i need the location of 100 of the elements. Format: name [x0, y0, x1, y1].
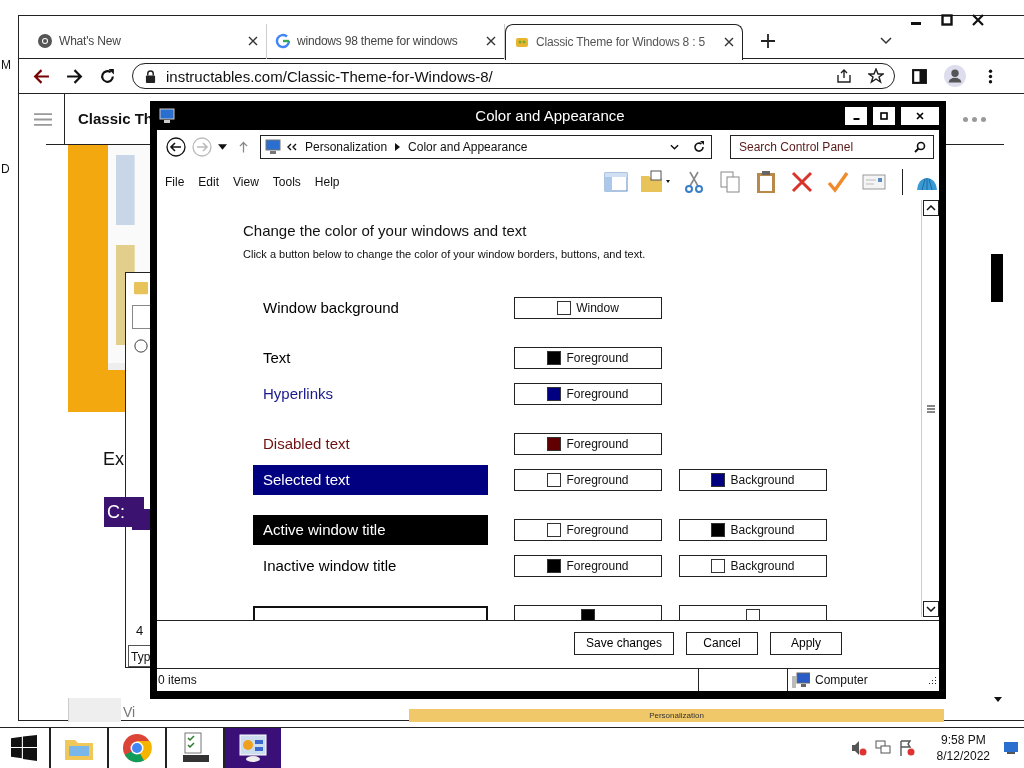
instructions-text: Click a button below to change the color of your window borders, buttons, and text. — [243, 248, 647, 260]
double-chevron-icon — [287, 143, 297, 151]
search-icon — [914, 141, 926, 153]
close-button[interactable] — [901, 106, 939, 125]
menu-item[interactable]: Help — [314, 175, 340, 189]
menu-item[interactable]: File — [165, 175, 185, 189]
strip-panel — [68, 698, 121, 722]
setting-label: Disabled text — [262, 434, 351, 454]
section-heading: Ex — [103, 449, 124, 470]
chevron-down-icon[interactable] — [670, 144, 679, 150]
menu-item[interactable]: Tools — [272, 175, 301, 189]
network-icon[interactable] — [874, 740, 891, 756]
desktop-icon[interactable] — [1004, 742, 1018, 754]
chevron-down-icon[interactable] — [880, 37, 892, 45]
monitor-icon — [159, 107, 175, 124]
clipboard-icon[interactable] — [754, 170, 778, 194]
color-button[interactable]: Foreground — [514, 383, 662, 405]
resize-grip-icon[interactable] — [929, 676, 937, 684]
close-icon[interactable] — [724, 37, 734, 47]
color-button[interactable]: Foreground — [514, 433, 662, 455]
folder-icon[interactable] — [640, 170, 670, 194]
scissors-icon[interactable] — [682, 170, 706, 194]
minimize-button[interactable] — [845, 106, 867, 125]
more-icon[interactable] — [963, 116, 986, 122]
start-icon[interactable] — [11, 735, 37, 761]
breadcrumb[interactable]: Color and Appearance — [408, 140, 528, 154]
close-icon[interactable] — [486, 36, 496, 46]
edge-text: D — [1, 162, 10, 176]
minimize-icon — [852, 117, 860, 120]
address-bar[interactable]: Personalization Color and Appearance — [260, 135, 712, 159]
back-icon — [134, 339, 148, 353]
clock-time[interactable]: 9:58 PM — [940, 733, 986, 747]
back-icon[interactable] — [166, 137, 186, 157]
back-icon[interactable] — [33, 67, 50, 85]
side-panel-icon[interactable] — [911, 67, 928, 85]
dialog-button[interactable]: Cancel — [686, 631, 758, 655]
menu-item[interactable]: Edit — [198, 175, 220, 189]
clock-date[interactable]: 8/12/2022 — [936, 749, 990, 763]
color-button[interactable]: Foreground — [514, 555, 662, 577]
chrome-icon — [121, 732, 153, 764]
edge-text: M — [1, 58, 11, 72]
setting-label: Hyperlinks — [262, 384, 335, 404]
scroll-down-icon[interactable] — [994, 697, 1002, 702]
setting-label: Window background — [262, 298, 400, 318]
new-tab-icon[interactable] — [761, 34, 775, 48]
monitor-icon — [265, 139, 281, 155]
forward-icon[interactable] — [66, 67, 83, 85]
scroll-down-icon[interactable] — [922, 601, 939, 617]
window-text: 4 — [136, 623, 144, 638]
star-icon[interactable] — [868, 68, 884, 84]
close-icon[interactable] — [248, 36, 258, 46]
maximize-icon — [879, 110, 889, 121]
window-title: Color and Appearance — [474, 107, 626, 124]
scroll-grip-icon[interactable] — [926, 404, 935, 413]
color-button[interactable]: Foreground — [514, 469, 662, 491]
close-icon — [915, 110, 925, 121]
section-heading: Change the color of your windows and text — [243, 222, 528, 239]
speaker-muted-icon[interactable] — [850, 740, 867, 756]
setting-label: Active window title — [253, 515, 488, 545]
color-button[interactable]: Foreground — [514, 519, 662, 541]
dialog-button[interactable]: Apply — [770, 631, 842, 655]
color-button[interactable]: Background — [679, 469, 827, 491]
refresh-icon[interactable] — [693, 141, 705, 153]
chrome-icon — [37, 33, 53, 49]
dropdown-icon[interactable] — [218, 144, 227, 150]
menu-item[interactable]: View — [233, 175, 259, 189]
scroll-up-icon[interactable] — [922, 200, 939, 216]
lock-icon — [145, 69, 156, 83]
share-icon[interactable] — [836, 68, 852, 84]
color-button[interactable]: Background — [679, 519, 827, 541]
title-bar: Personalization — [409, 709, 944, 722]
browser-tab[interactable]: Classic Theme for Windows 8 : 5 — [505, 23, 743, 60]
color-button[interactable]: Window — [514, 297, 662, 319]
computer-icon — [792, 672, 810, 688]
breadcrumb[interactable]: Personalization — [305, 140, 388, 154]
avatar-icon[interactable] — [944, 65, 966, 87]
up-icon[interactable] — [239, 141, 248, 153]
maximize-icon[interactable] — [941, 14, 953, 26]
setting-label: Selected text — [253, 465, 488, 495]
checkmark-icon[interactable] — [826, 170, 850, 194]
google-icon — [275, 33, 291, 49]
browser-tab[interactable]: What's New — [29, 23, 267, 59]
search-field[interactable]: Search Control Panel — [730, 135, 934, 159]
flag-icon[interactable] — [898, 740, 915, 756]
color-button[interactable]: Foreground — [514, 347, 662, 369]
dialog-button[interactable]: Save changes — [574, 631, 674, 655]
control-panel-icon — [237, 732, 269, 764]
close-icon[interactable] — [972, 14, 984, 26]
strip-text: Vi — [122, 703, 137, 722]
taskbar-button[interactable] — [223, 728, 281, 768]
maximize-button[interactable] — [873, 106, 895, 125]
reload-icon[interactable] — [99, 67, 116, 85]
setting-label: Inactive window title — [262, 556, 398, 576]
setting-label: Text — [262, 348, 292, 368]
status-text: Computer — [815, 673, 868, 687]
color-button[interactable]: Background — [679, 555, 827, 577]
separator-icon — [395, 143, 401, 151]
status-text: 0 items — [157, 673, 198, 687]
folder-icon — [134, 281, 148, 295]
delete-icon[interactable] — [790, 170, 814, 194]
